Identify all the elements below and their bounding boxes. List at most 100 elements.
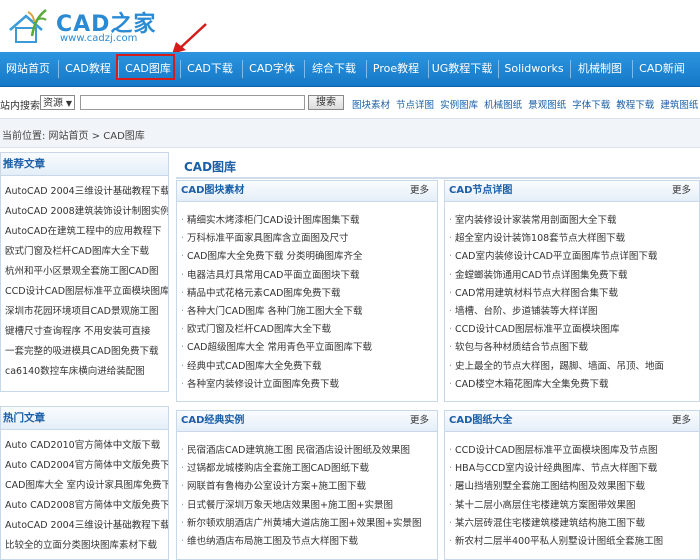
search-bar: 站内搜索: 资源 ▼ 搜索 图块素材 节点详图 实例图库 机械图纸 景观图纸 字…	[0, 87, 700, 117]
list-item[interactable]: 比较全的立面分类图块图库素材下载	[5, 536, 168, 556]
list-item[interactable]: 某十二层小高层住宅楼建筑方案图带效果图	[449, 497, 699, 515]
nav-item-proe-tutorial[interactable]: Proe教程	[368, 52, 424, 86]
list-item[interactable]: 墙槽、台阶、步道铺装等大样详图	[449, 303, 699, 321]
list-item[interactable]: CCD设计CAD图层标准平立面模块图库	[5, 282, 168, 302]
nav-item-home[interactable]: 网站首页	[0, 52, 56, 86]
panel-header: CAD图纸大全 更多	[445, 411, 699, 432]
list-item[interactable]: HBA与CCD室内设计经典图库、节点大样图下载	[449, 460, 699, 478]
list-item[interactable]: Auto CAD2008官方简体中文版免费下	[5, 496, 168, 516]
list-item[interactable]: 屠山挡墙别墅全套施工图结构图及效果图下载	[449, 478, 699, 496]
nav-item-mechanical-drawing[interactable]: 机械制图	[572, 52, 628, 86]
list-item[interactable]: 欧式门窗及栏杆CAD图库大全下载	[5, 242, 168, 262]
list-item[interactable]: 某六层砖混住宅楼建筑楼建筑结构施工图下载	[449, 515, 699, 533]
quick-link[interactable]: 字体下载	[572, 100, 610, 111]
recommended-articles-title: 推荐文章	[1, 153, 168, 176]
nav-item-ug-tutorial[interactable]: UG教程下载	[430, 52, 494, 86]
list-item[interactable]: 日式餐厅深圳万象天地店效果图+施工图+实景图	[181, 497, 437, 515]
list-item[interactable]: CAD超级图库大全 常用青色平立面图库下载	[181, 339, 437, 357]
list-item[interactable]: 精品中式花格元素CAD图库免费下载	[181, 285, 437, 303]
section-title: CAD图库	[176, 155, 700, 179]
more-link[interactable]: 更多	[672, 181, 691, 201]
list-item[interactable]: 过锅都龙城楼购店全套施工图CAD图纸下载	[181, 460, 437, 478]
quick-link[interactable]: 图块素材	[352, 100, 390, 111]
search-category-select[interactable]: 资源 ▼	[40, 95, 75, 110]
red-arrow-icon	[172, 23, 207, 54]
nav-divider	[570, 60, 571, 78]
quick-link[interactable]: 景观图纸	[528, 100, 566, 111]
list-item[interactable]: 万科标准平面家具图库含立面图及尺寸	[181, 230, 437, 248]
list-item[interactable]: AutoCAD 2008建筑装饰设计制图实例	[5, 202, 168, 222]
list-item[interactable]: 民宿酒店CAD建筑施工图 民宿酒店设计图纸及效果图	[181, 442, 437, 460]
nav-item-cad-news[interactable]: CAD新闻	[634, 52, 690, 86]
quick-link[interactable]: 教程下载	[616, 100, 654, 111]
cad-details-panel: CAD节点详图 更多 室内装修设计家装常用剖面图大全下载 超全室内设计装饰108…	[444, 180, 700, 402]
active-nav-highlight	[116, 54, 175, 80]
quick-link[interactable]: 建筑图纸	[660, 100, 698, 111]
list-item[interactable]: CCD设计CAD图层标准平立面模块图库及节点图	[449, 442, 699, 460]
list-item[interactable]: 各种室内装修设计立面图库免费下载	[181, 376, 437, 394]
list-item[interactable]: Auto CAD2004官方简体中文版免费下	[5, 456, 168, 476]
list-item[interactable]: 深圳市花园环境项目CAD景观施工图	[5, 302, 168, 322]
hot-articles-title: 热门文章	[1, 407, 168, 430]
list-item[interactable]: 新尔顿欢朋酒店广州黄埔大道店施工图+效果图+实景图	[181, 515, 437, 533]
nav-item-solidworks[interactable]: Solidworks	[500, 52, 568, 86]
search-button[interactable]: 搜索	[308, 95, 344, 110]
list-item[interactable]: Auto CAD2010官方简体中文版下载	[5, 436, 168, 456]
list-item[interactable]: 金螳螂装饰通用CAD节点详图集免费下载	[449, 267, 699, 285]
list-item[interactable]: 网联首有鲁梅办公室设计方案+施工图下载	[181, 478, 437, 496]
breadcrumb: 当前位置: 网站首页 > CAD图库	[0, 118, 700, 148]
list-item[interactable]: CCD设计CAD图层标准平立面模块图库	[449, 321, 699, 339]
search-label: 站内搜索:	[0, 101, 44, 112]
list-item[interactable]: AutoCAD 2004三维设计基础教程下载	[5, 516, 168, 536]
breadcrumb-text[interactable]: 当前位置: 网站首页 > CAD图库	[2, 127, 145, 142]
main-nav: 网站首页 CAD教程 CAD图库 CAD下载 CAD字体 综合下载 Proe教程…	[0, 52, 700, 87]
nav-item-cad-tutorial[interactable]: CAD教程	[60, 52, 116, 86]
cad-examples-panel: CAD经典实例 更多 民宿酒店CAD建筑施工图 民宿酒店设计图纸及效果图 过锅都…	[176, 410, 438, 560]
list-item[interactable]: CAD室内装修设计CAD平立面图库节点详图下载	[449, 248, 699, 266]
more-link[interactable]: 更多	[410, 181, 429, 201]
quick-link[interactable]: 机械图纸	[484, 100, 522, 111]
panel-title[interactable]: CAD节点详图	[449, 181, 512, 201]
more-link[interactable]: 更多	[410, 411, 429, 431]
site-header: CAD之家 www.cadzj.com	[0, 0, 700, 52]
list-item[interactable]: 室内装修设计家装常用剖面图大全下载	[449, 212, 699, 230]
more-link[interactable]: 更多	[672, 411, 691, 431]
list-item[interactable]: CAD楼空木箱花图库大全集免费下载	[449, 376, 699, 394]
list-item[interactable]: 一套完整的吸进模具CAD图免费下载	[5, 342, 168, 362]
list-item[interactable]: AutoCAD 2004三维设计基础教程下载	[5, 182, 168, 202]
recommended-articles-box: 推荐文章 AutoCAD 2004三维设计基础教程下载 AutoCAD 2008…	[0, 152, 169, 392]
list-item[interactable]: 杭州和平小区景观全套施工图CAD图	[5, 262, 168, 282]
list-item[interactable]: 新农村二层半400平私人别墅设计图纸全套施工图	[449, 533, 699, 551]
list-item[interactable]: 电器洁具灯具常用CAD平面立面图块下载	[181, 267, 437, 285]
list-item[interactable]: 各种大门CAD图库 各种门施工图大全下载	[181, 303, 437, 321]
list-item[interactable]: 键槽尺寸查询程序 不用安装可直接	[5, 322, 168, 342]
panel-title[interactable]: CAD图块素材	[181, 181, 244, 201]
quick-link[interactable]: 实例图库	[440, 100, 478, 111]
list-item[interactable]: AutoCAD在建筑工程中的应用教程下	[5, 222, 168, 242]
list-item[interactable]: CAD图库大全免费下载 分类明确图库齐全	[181, 248, 437, 266]
list-item[interactable]: CAD常用建筑材料节点大样图合集下载	[449, 285, 699, 303]
nav-item-general-download[interactable]: 综合下载	[306, 52, 362, 86]
list-item[interactable]: 欧式门窗及栏杆CAD图库大全下载	[181, 321, 437, 339]
list-item[interactable]: 史上最全的节点大样图，踢脚、墙面、吊顶、地面	[449, 358, 699, 376]
list-item[interactable]: 软包与各种材质结合节点图下载	[449, 339, 699, 357]
house-logo-icon[interactable]	[6, 6, 50, 46]
list-item[interactable]: ca6140数控车床横向进给装配图	[5, 362, 168, 382]
nav-divider	[180, 60, 181, 78]
quick-link[interactable]: 节点详图	[396, 100, 434, 111]
list-item[interactable]: 超全室内设计装饰108套节点大样图下载	[449, 230, 699, 248]
search-input[interactable]	[80, 95, 305, 110]
cad-blocks-panel: CAD图块素材 更多 精细实木烤漆柜门CAD设计图库图集下载 万科标准平面家具图…	[176, 180, 438, 402]
logo-url[interactable]: www.cadzj.com	[60, 33, 137, 44]
panel-title[interactable]: CAD经典实例	[181, 411, 244, 431]
nav-item-cad-fonts[interactable]: CAD字体	[244, 52, 300, 86]
panel-header: CAD经典实例 更多	[177, 411, 437, 432]
list-item[interactable]: 经典中式CAD图库大全免费下载	[181, 358, 437, 376]
panel-title[interactable]: CAD图纸大全	[449, 411, 512, 431]
nav-item-cad-download[interactable]: CAD下载	[182, 52, 238, 86]
nav-divider	[242, 60, 243, 78]
nav-divider	[366, 60, 367, 78]
list-item[interactable]: CAD图库大全 室内设计家具图库免费下	[5, 476, 168, 496]
list-item[interactable]: 维也纳酒店布局施工图及节点大样图下载	[181, 533, 437, 551]
list-item[interactable]: 精细实木烤漆柜门CAD设计图库图集下载	[181, 212, 437, 230]
